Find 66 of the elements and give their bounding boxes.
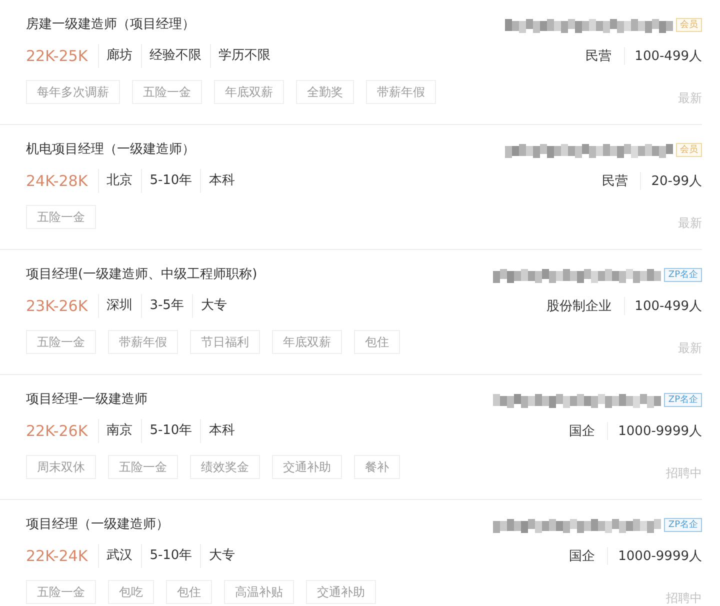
- benefit-tag: 年底双薪: [272, 330, 342, 354]
- company-type: 民营: [586, 48, 613, 65]
- benefit-tag: 绩效奖金: [190, 455, 260, 479]
- company-type: 股份制企业: [546, 298, 613, 315]
- company-size: 100-499人: [624, 297, 702, 315]
- benefit-tag: 周末双休: [26, 455, 96, 479]
- job-title[interactable]: 机电项目经理（一级建造师）: [26, 139, 244, 161]
- benefit-tag: 带薪年假: [108, 330, 178, 354]
- benefit-tag: 包住: [354, 330, 400, 354]
- benefit-tag: 餐补: [354, 455, 400, 479]
- benefit-tag: 五险一金: [26, 580, 96, 604]
- job-requirement: 武汉: [98, 544, 141, 568]
- job-title[interactable]: 房建一级建造师（项目经理）: [26, 14, 436, 36]
- job-requirement: 5-10年: [140, 169, 200, 193]
- job-requirement: 学历不限: [210, 44, 279, 68]
- company-badge: ZP名企: [664, 393, 702, 407]
- benefit-tag: 全勤奖: [296, 80, 354, 104]
- company-badge: ZP名企: [664, 518, 702, 532]
- benefit-tag: 每年多次调薪: [26, 80, 120, 104]
- job-requirement: 大专: [192, 294, 235, 318]
- benefit-tag: 高温补贴: [224, 580, 294, 604]
- job-requirement: 本科: [200, 419, 244, 443]
- job-requirement: 北京: [98, 169, 141, 193]
- benefit-tag: 年底双薪: [214, 80, 284, 104]
- salary: 24K-28K: [26, 172, 88, 190]
- company-badge: 会员: [676, 18, 702, 32]
- job-requirement: 深圳: [98, 294, 141, 318]
- company-type: 国企: [569, 548, 596, 565]
- job-requirement: 经验不限: [140, 44, 210, 68]
- job-requirement: 5-10年: [140, 544, 200, 568]
- company-size: 1000-9999人: [607, 422, 702, 440]
- benefit-tag: 节日福利: [190, 330, 260, 354]
- benefit-tag: 五险一金: [26, 330, 96, 354]
- job-requirement: 5-10年: [140, 419, 200, 443]
- salary: 22K-26K: [26, 422, 88, 440]
- salary: 22K-24K: [26, 547, 88, 565]
- status-label: 最新: [678, 90, 702, 107]
- benefit-tag: 包住: [166, 580, 212, 604]
- company-type: 民营: [602, 173, 630, 190]
- company-size: 100-499人: [624, 47, 702, 65]
- status-label: 招聘中: [666, 465, 702, 482]
- job-requirement: 南京: [98, 419, 141, 443]
- job-title[interactable]: 项目经理（一级建造师）: [26, 514, 376, 536]
- job-requirement: 3-5年: [140, 294, 192, 318]
- status-label: 招聘中: [666, 590, 702, 606]
- benefit-tag: 带薪年假: [366, 80, 436, 104]
- salary: 23K-26K: [26, 297, 88, 315]
- salary: 22K-25K: [26, 47, 88, 65]
- company-badge: ZP名企: [664, 268, 702, 282]
- benefit-tag: 交通补助: [272, 455, 342, 479]
- company-size: 1000-9999人: [607, 547, 702, 565]
- benefit-tag: 交通补助: [306, 580, 376, 604]
- job-requirement: 本科: [200, 169, 244, 193]
- benefit-tag: 五险一金: [108, 455, 178, 479]
- status-label: 最新: [678, 215, 702, 232]
- benefit-tag: 五险一金: [132, 80, 202, 104]
- benefit-tag: 五险一金: [26, 205, 96, 229]
- company-badge: 会员: [676, 143, 702, 157]
- job-requirement: 廊坊: [98, 44, 141, 68]
- company-type: 国企: [569, 423, 596, 440]
- benefit-tag: 包吃: [108, 580, 154, 604]
- company-size: 20-99人: [640, 172, 702, 190]
- job-requirement: 大专: [200, 544, 244, 568]
- status-label: 最新: [678, 340, 702, 357]
- job-title[interactable]: 项目经理(一级建造师、中级工程师职称): [26, 264, 400, 286]
- job-title[interactable]: 项目经理-一级建造师: [26, 389, 400, 411]
